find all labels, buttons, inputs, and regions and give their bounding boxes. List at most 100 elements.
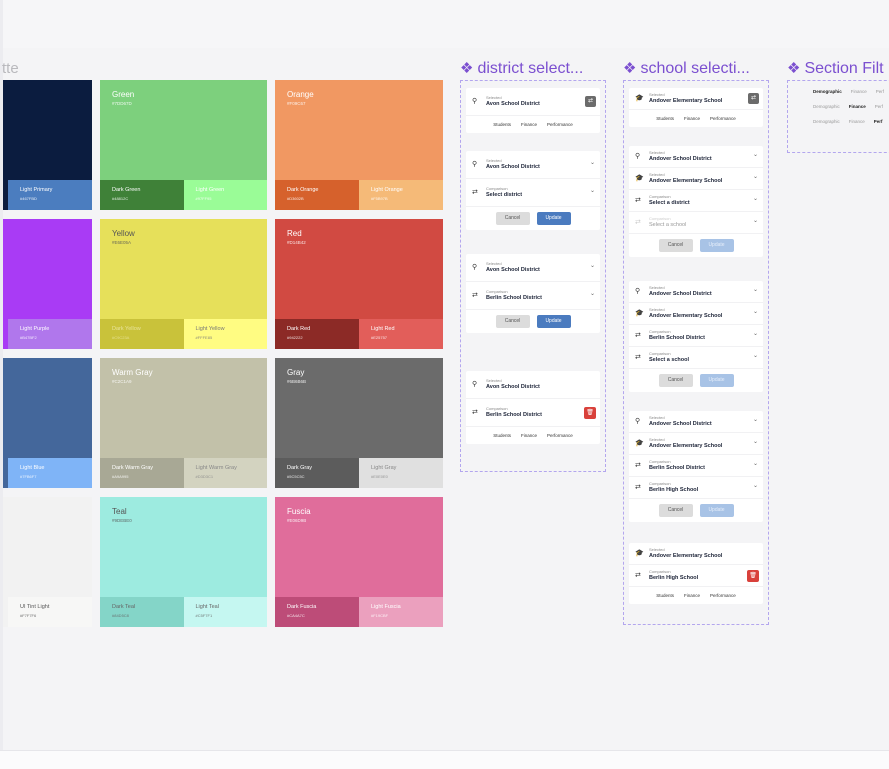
swatch-variant[interactable]: Dark Gray #5C5C5C (275, 458, 359, 488)
selector-field[interactable]: ⇄ Comparison Select district ⌄ (466, 179, 600, 207)
color-swatch[interactable]: Yellow #E6E05A Dark Yellow #C9C23A Light Yel… (100, 219, 267, 349)
tab-finance[interactable]: Finance (684, 116, 700, 121)
tab-finance[interactable]: Finance (849, 104, 866, 109)
selector-field[interactable]: ⇄ Comparison Berlin School District ⌄ (629, 325, 763, 347)
chevron-down-icon[interactable]: ⌄ (753, 286, 758, 293)
selector-field[interactable]: 🎓 Selected Andover Elementary School ⌄ (629, 168, 763, 190)
selector-field[interactable]: ⇄ Comparison Berlin High School ⌄ (629, 477, 763, 499)
color-swatch[interactable]: Light Purple #B47BF2 (3, 219, 92, 349)
swatch-variant[interactable]: Light Fuscia #F19CBF (359, 597, 443, 627)
swatch-variant[interactable]: Dark Green #48812C (100, 180, 184, 210)
tab-perf[interactable]: Perf (874, 119, 883, 124)
tab-students[interactable]: Students (493, 122, 511, 127)
swatch-variant[interactable]: Light Yellow #FFFE85 (183, 319, 267, 349)
selector-field[interactable]: 🎓 Selected Andover Elementary School ⌄ (629, 303, 763, 325)
swatch-variant[interactable]: Dark Orange #D3602B (275, 180, 359, 210)
tab-performance[interactable]: Performance (547, 433, 573, 438)
color-swatch[interactable]: Gray #6B6B6B Dark Gray #5C5C5C Light Gray #E0… (275, 358, 443, 488)
swatch-variant[interactable]: Light Purple #B47BF2 (8, 319, 92, 349)
color-swatch[interactable]: Light Blue #7FB6F7 (3, 358, 92, 488)
selector-field[interactable]: ⇄ Comparison Select a district ⌄ (629, 190, 763, 212)
tab-demographic[interactable]: Demographic (813, 89, 842, 94)
color-swatch[interactable]: Fuscia #E06D9B Dark Fuscia #CA4A7C Light Fus… (275, 497, 443, 627)
chevron-down-icon[interactable]: ⌄ (753, 352, 758, 359)
tab-finance[interactable]: Finance (684, 593, 700, 598)
delete-button[interactable]: 🗑 (747, 570, 759, 582)
chevron-down-icon[interactable]: ⌄ (590, 262, 595, 269)
delete-button[interactable]: 🗑 (584, 407, 596, 419)
chevron-down-icon[interactable]: ⌄ (590, 290, 595, 297)
selector-field[interactable]: 🎓 Selected Andover Elementary School (629, 543, 763, 565)
color-swatch[interactable]: Red #D14B42 Dark Red #942222 Light Red #E2575… (275, 219, 443, 349)
color-swatch[interactable]: Light Primary #467FBD (3, 80, 92, 210)
selector-field[interactable]: ⚲ Selected Avon School District ⌄ (466, 151, 600, 179)
section-filter-title[interactable]: ❖ Section Filt (787, 59, 884, 78)
chevron-down-icon[interactable]: ⌄ (753, 416, 758, 423)
color-swatch[interactable]: Teal #9DEBE0 Dark Teal #84D5C8 Light Teal #C5… (100, 497, 267, 627)
cancel-button[interactable]: Cancel (658, 504, 693, 517)
chevron-down-icon[interactable]: ⌄ (753, 173, 758, 180)
tab-performance[interactable]: Performance (710, 593, 736, 598)
update-button[interactable]: Update (536, 212, 571, 225)
cancel-button[interactable]: Cancel (495, 212, 530, 225)
selector-field[interactable]: ⇄ Comparison Berlin School District 🗑 (466, 399, 600, 427)
swatch-variant[interactable]: Dark Warm Gray #A9A995 (100, 458, 184, 488)
tab-finance[interactable]: Finance (851, 89, 867, 94)
update-button[interactable]: Update (699, 239, 734, 252)
color-swatch[interactable]: Orange #F09C67 Dark Orange #D3602B Light Ora… (275, 80, 443, 210)
district-selector-title[interactable]: ❖ district select... (460, 59, 583, 78)
district-selector-frame[interactable]: ⚲ Selected Avon School District ⇄ Students Fi… (460, 80, 606, 472)
tab-performance[interactable]: Performance (547, 122, 573, 127)
school-selector-frame[interactable]: 🎓 Selected Andover Elementary School ⇄ Stude… (623, 80, 769, 625)
chevron-down-icon[interactable]: ⌄ (753, 482, 758, 489)
selector-field[interactable]: ⚲ Selected Avon School District ⇄ (466, 88, 600, 116)
tab-performance[interactable]: Performance (710, 116, 736, 121)
color-swatch[interactable]: Green #7DD67D Dark Green #48812C Light Green… (100, 80, 267, 210)
chevron-down-icon[interactable]: ⌄ (590, 187, 595, 194)
update-button[interactable]: Update (699, 374, 734, 387)
tab-finance[interactable]: Finance (849, 119, 865, 124)
chevron-down-icon[interactable]: ⌄ (753, 151, 758, 158)
tab-demographic[interactable]: Demographic (813, 119, 840, 124)
selector-field[interactable]: ⇄ Comparison Berlin School District ⌄ (629, 455, 763, 477)
swatch-variant[interactable]: Dark Red #942222 (275, 319, 359, 349)
tab-students[interactable]: Students (656, 116, 674, 121)
swatch-variant[interactable]: Light Primary #467FBD (8, 180, 92, 210)
swatch-variant[interactable]: Light Gray #E0E0E0 (359, 458, 443, 488)
selector-field[interactable]: ⇄ Comparison Select a school ⌄ (629, 212, 763, 234)
cancel-button[interactable]: Cancel (658, 374, 693, 387)
chevron-down-icon[interactable]: ⌄ (753, 195, 758, 202)
tab-finance[interactable]: Finance (521, 122, 537, 127)
chevron-down-icon[interactable]: ⌄ (590, 159, 595, 166)
swatch-variant[interactable]: Light Teal #C5F7F1 (183, 597, 267, 627)
swatch-variant[interactable]: UI Tint Light #F7F7F6 (8, 597, 92, 627)
tab-finance[interactable]: Finance (521, 433, 537, 438)
swatch-variant[interactable]: Dark Fuscia #CA4A7C (275, 597, 359, 627)
selector-field[interactable]: 🎓 Selected Andover Elementary School ⇄ (629, 88, 763, 110)
selector-field[interactable]: ⚲ Selected Andover School District ⌄ (629, 281, 763, 303)
swatch-variant[interactable]: Dark Yellow #C9C23A (100, 319, 184, 349)
compare-button[interactable]: ⇄ (748, 93, 759, 104)
chevron-down-icon[interactable]: ⌄ (753, 330, 758, 337)
tab-students[interactable]: Students (493, 433, 511, 438)
tab-perf[interactable]: Perf (875, 104, 883, 109)
update-button[interactable]: Update (536, 315, 571, 328)
chevron-down-icon[interactable]: ⌄ (753, 460, 758, 467)
selector-field[interactable]: ⚲ Selected Avon School District ⌄ (466, 254, 600, 282)
selector-field[interactable]: ⚲ Selected Andover School District ⌄ (629, 411, 763, 433)
chevron-down-icon[interactable]: ⌄ (753, 438, 758, 445)
selector-field[interactable]: ⇄ Comparison Berlin High School 🗑 (629, 565, 763, 587)
swatch-variant[interactable]: Light Green #97FF95 (183, 180, 267, 210)
selector-field[interactable]: ⚲ Selected Avon School District (466, 371, 600, 399)
section-filter-frame[interactable]: Demographic Finance Perf Demographic Finance… (787, 80, 889, 153)
cancel-button[interactable]: Cancel (658, 239, 693, 252)
update-button[interactable]: Update (699, 504, 734, 517)
swatch-variant[interactable]: Light Warm Gray #D3D3C1 (183, 458, 267, 488)
selector-field[interactable]: 🎓 Selected Andover Elementary School ⌄ (629, 433, 763, 455)
chevron-down-icon[interactable]: ⌄ (753, 217, 758, 224)
color-swatch[interactable]: UI Tint Light #F7F7F6 (3, 497, 92, 627)
chevron-down-icon[interactable]: ⌄ (753, 308, 758, 315)
swatch-variant[interactable]: Light Orange #F5B97B (359, 180, 443, 210)
tab-perf[interactable]: Perf (876, 89, 884, 94)
swatch-variant[interactable]: Light Blue #7FB6F7 (8, 458, 92, 488)
